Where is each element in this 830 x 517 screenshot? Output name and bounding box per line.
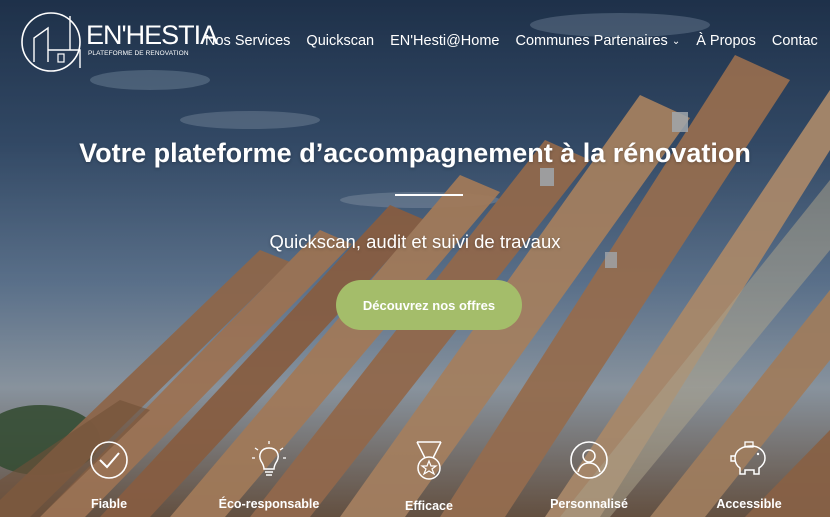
main-navigation: Nos Services Quickscan EN'Hesti@Home Com… [205, 33, 830, 49]
nav-label: Communes Partenaires [515, 33, 668, 49]
feature-label: Éco-responsable [218, 497, 320, 511]
nav-communes-partenaires[interactable]: Communes Partenaires ⌄ [515, 33, 680, 49]
nav-quickscan[interactable]: Quickscan [306, 33, 374, 49]
feature-personnalise: Personnalisé [519, 440, 659, 511]
site-logo[interactable]: EN'HESTIA PLATEFORME DE RENOVATION [20, 10, 218, 74]
hero-divider [395, 194, 463, 196]
feature-fiable: Fiable [39, 440, 179, 511]
logo-tagline: PLATEFORME DE RENOVATION [88, 50, 189, 57]
medal-icon [416, 441, 442, 480]
discover-offers-button[interactable]: Découvrez nos offres [336, 280, 522, 330]
nav-enhesti-home[interactable]: EN'Hesti@Home [390, 33, 499, 49]
nav-label: Quickscan [306, 33, 375, 49]
logo-wordmark: EN'HESTIA [86, 20, 218, 50]
nav-contact[interactable]: Contac [772, 33, 818, 49]
piggy-bank-icon [730, 441, 766, 475]
nav-label: Nos Services [205, 33, 291, 49]
chevron-down-icon: ⌄ [671, 35, 681, 47]
person-icon [570, 441, 608, 479]
hero-title: Votre plateforme d’accompagnement à la r… [79, 138, 751, 168]
nav-label: Contac [771, 33, 818, 49]
hero-subtitle: Quickscan, audit et suivi de travaux [269, 231, 561, 252]
nav-label: À Propos [696, 33, 756, 49]
check-circle-icon [90, 441, 128, 479]
nav-label: EN'Hesti@Home [390, 33, 500, 49]
feature-label: Fiable [90, 497, 128, 511]
feature-efficace: Efficace [359, 440, 499, 513]
feature-label: Efficace [405, 499, 453, 513]
lightbulb-icon [252, 441, 286, 476]
feature-label: Accessible [716, 497, 782, 511]
feature-eco-responsable: Éco-responsable [199, 440, 339, 511]
nav-nos-services[interactable]: Nos Services [205, 33, 290, 49]
feature-accessible: Accessible [679, 440, 819, 511]
nav-a-propos[interactable]: À Propos [696, 33, 756, 49]
feature-label: Personnalisé [550, 497, 628, 511]
